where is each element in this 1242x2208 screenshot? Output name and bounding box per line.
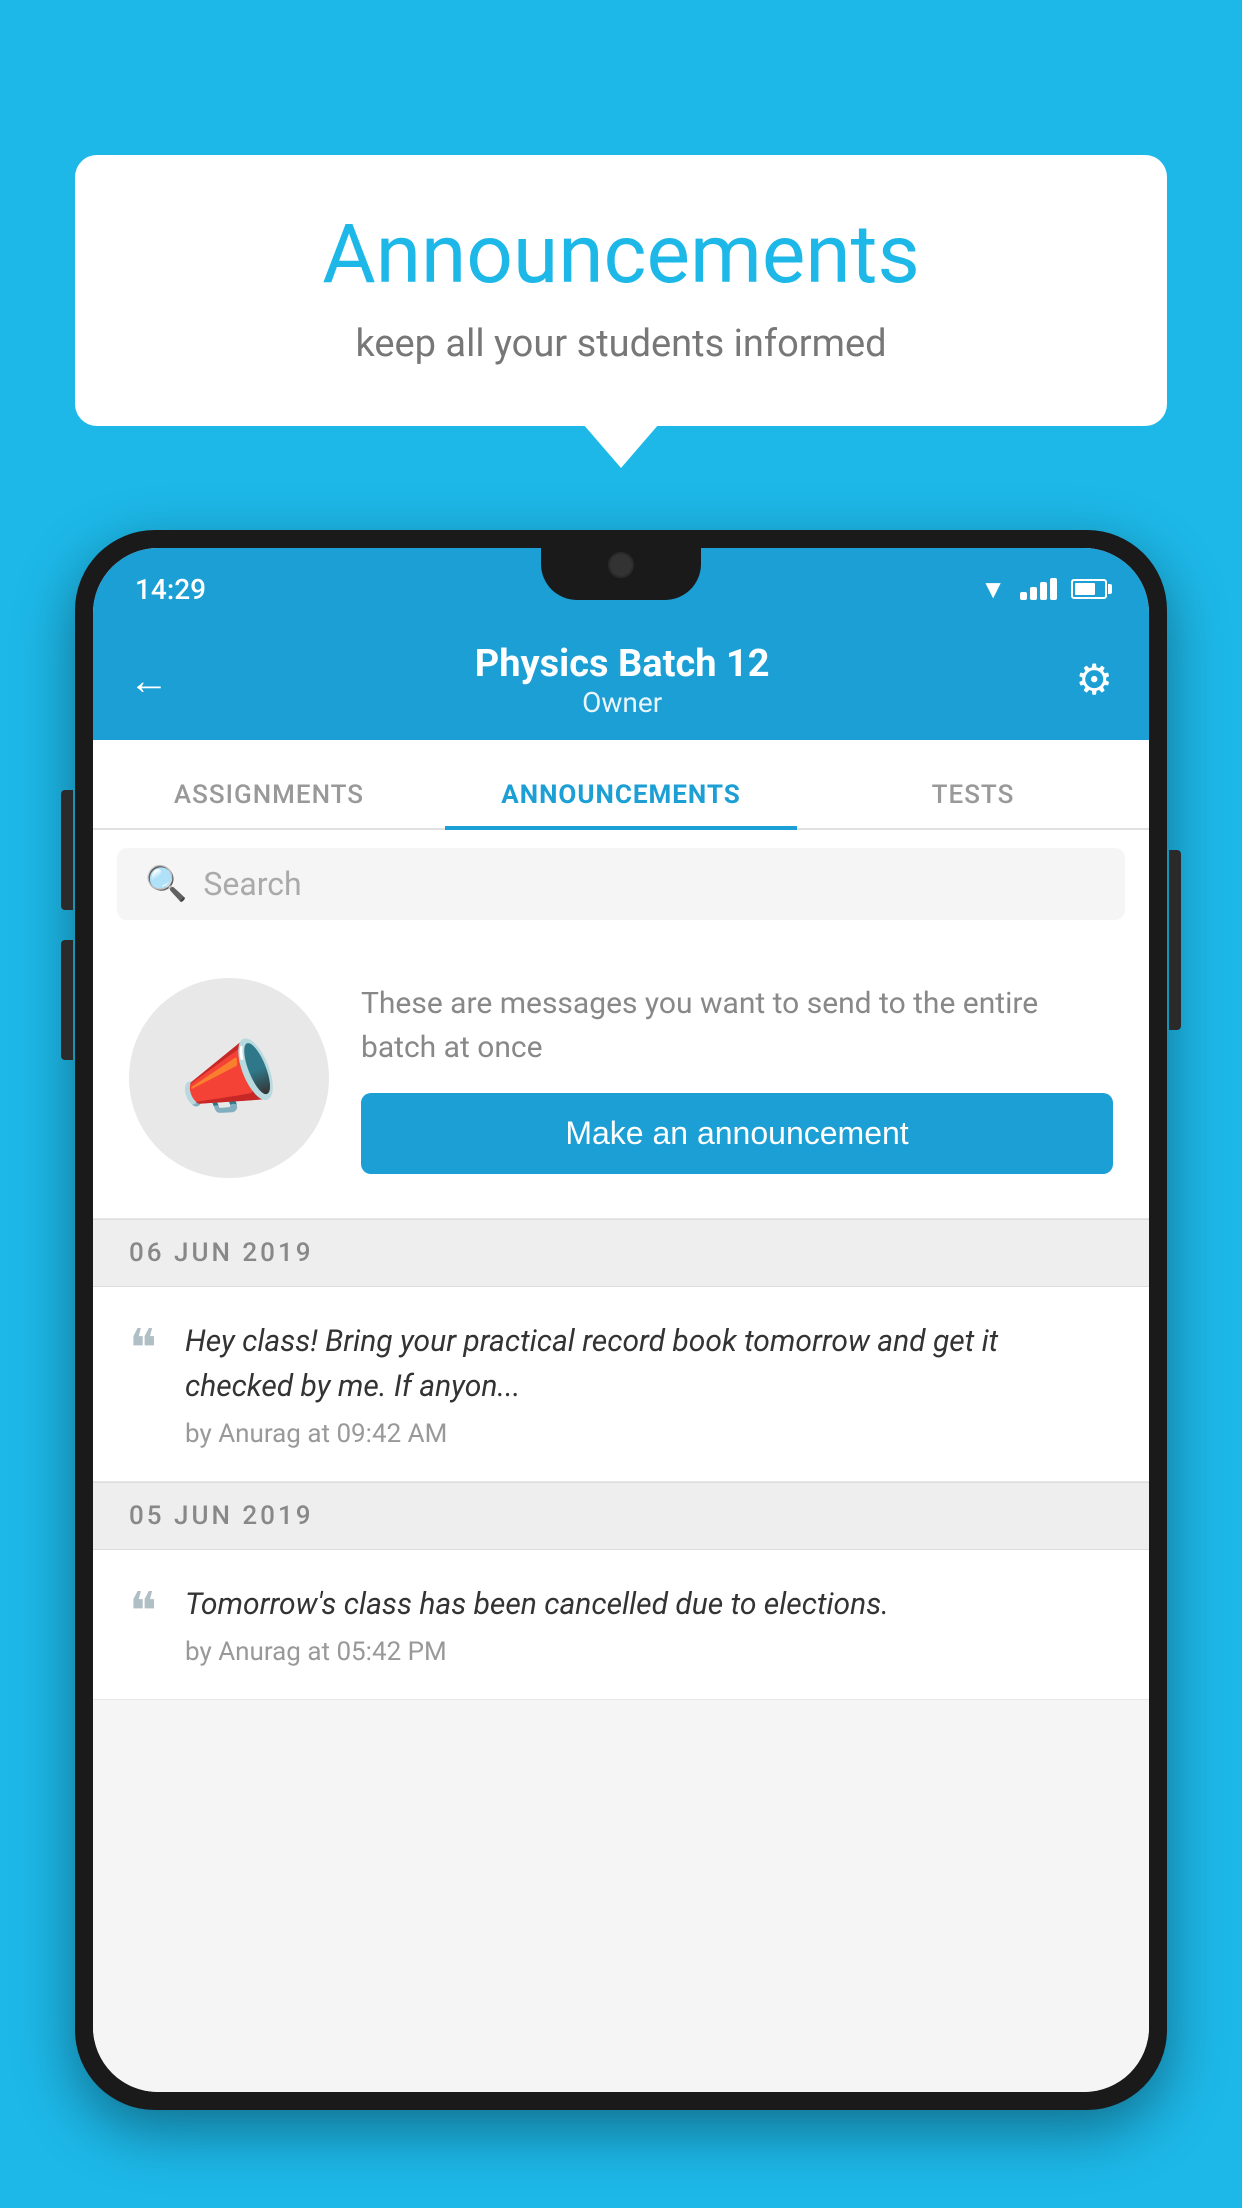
tab-announcements[interactable]: ANNOUNCEMENTS <box>445 780 797 828</box>
announcement-text-2: Tomorrow's class has been cancelled due … <box>185 1582 1113 1627</box>
battery-icon <box>1071 579 1107 599</box>
settings-icon[interactable]: ⚙ <box>1075 655 1113 705</box>
megaphone-icon: 📣 <box>129 978 329 1178</box>
announcement-item-2[interactable]: ❝ Tomorrow's class has been cancelled du… <box>93 1550 1149 1700</box>
promo-card: 📣 These are messages you want to send to… <box>93 938 1149 1219</box>
signal-bar-2 <box>1030 587 1037 600</box>
tab-tests[interactable]: TESTS <box>797 780 1149 828</box>
announcement-text-1: Hey class! Bring your practical record b… <box>185 1319 1113 1409</box>
app-bar: ← Physics Batch 12 Owner ⚙ <box>93 620 1149 740</box>
app-bar-subtitle: Owner <box>219 686 1025 719</box>
promo-text: These are messages you want to send to t… <box>361 982 1113 1069</box>
announcement-meta-1: by Anurag at 09:42 AM <box>185 1419 1113 1449</box>
signal-bar-1 <box>1020 592 1027 600</box>
phone-camera <box>608 552 634 578</box>
promo-right: These are messages you want to send to t… <box>361 982 1113 1174</box>
date-separator-1: 06 JUN 2019 <box>93 1219 1149 1287</box>
status-icons: ▼ <box>980 574 1107 605</box>
side-btn-volume-up <box>61 790 73 910</box>
phone-screen: 14:29 ▼ ← Phys <box>93 548 1149 2092</box>
make-announcement-button[interactable]: Make an announcement <box>361 1093 1113 1174</box>
announcement-right-1: Hey class! Bring your practical record b… <box>185 1319 1113 1449</box>
search-placeholder: Search <box>203 865 301 903</box>
quote-icon-2: ❝ <box>129 1586 157 1638</box>
app-bar-title-container: Physics Batch 12 Owner <box>219 642 1025 719</box>
announcement-meta-2: by Anurag at 05:42 PM <box>185 1637 1113 1667</box>
back-button[interactable]: ← <box>129 657 169 704</box>
search-icon: 🔍 <box>145 864 187 904</box>
announcement-right-2: Tomorrow's class has been cancelled due … <box>185 1582 1113 1667</box>
phone-container: 14:29 ▼ ← Phys <box>75 530 1167 2208</box>
content-area: 🔍 Search 📣 These are messages you want t… <box>93 830 1149 2092</box>
status-time: 14:29 <box>135 573 206 606</box>
bubble-subtitle: keep all your students informed <box>135 322 1107 366</box>
announcement-item-1[interactable]: ❝ Hey class! Bring your practical record… <box>93 1287 1149 1482</box>
signal-bar-4 <box>1050 578 1057 600</box>
search-bar-container: 🔍 Search <box>93 830 1149 938</box>
search-bar[interactable]: 🔍 Search <box>117 848 1125 920</box>
signal-bars <box>1020 578 1057 600</box>
quote-icon-1: ❝ <box>129 1323 157 1375</box>
speech-bubble-section: Announcements keep all your students inf… <box>75 155 1167 426</box>
side-btn-power <box>1169 850 1181 1030</box>
signal-bar-3 <box>1040 582 1047 600</box>
date-separator-2: 05 JUN 2019 <box>93 1482 1149 1550</box>
side-btn-volume-down <box>61 940 73 1060</box>
tab-assignments[interactable]: ASSIGNMENTS <box>93 780 445 828</box>
tabs-container: ASSIGNMENTS ANNOUNCEMENTS TESTS <box>93 740 1149 830</box>
phone-outer: 14:29 ▼ ← Phys <box>75 530 1167 2110</box>
wifi-icon: ▼ <box>980 574 1006 605</box>
bubble-title: Announcements <box>135 210 1107 300</box>
speech-bubble: Announcements keep all your students inf… <box>75 155 1167 426</box>
app-bar-title: Physics Batch 12 <box>219 642 1025 686</box>
battery-fill <box>1075 583 1095 595</box>
